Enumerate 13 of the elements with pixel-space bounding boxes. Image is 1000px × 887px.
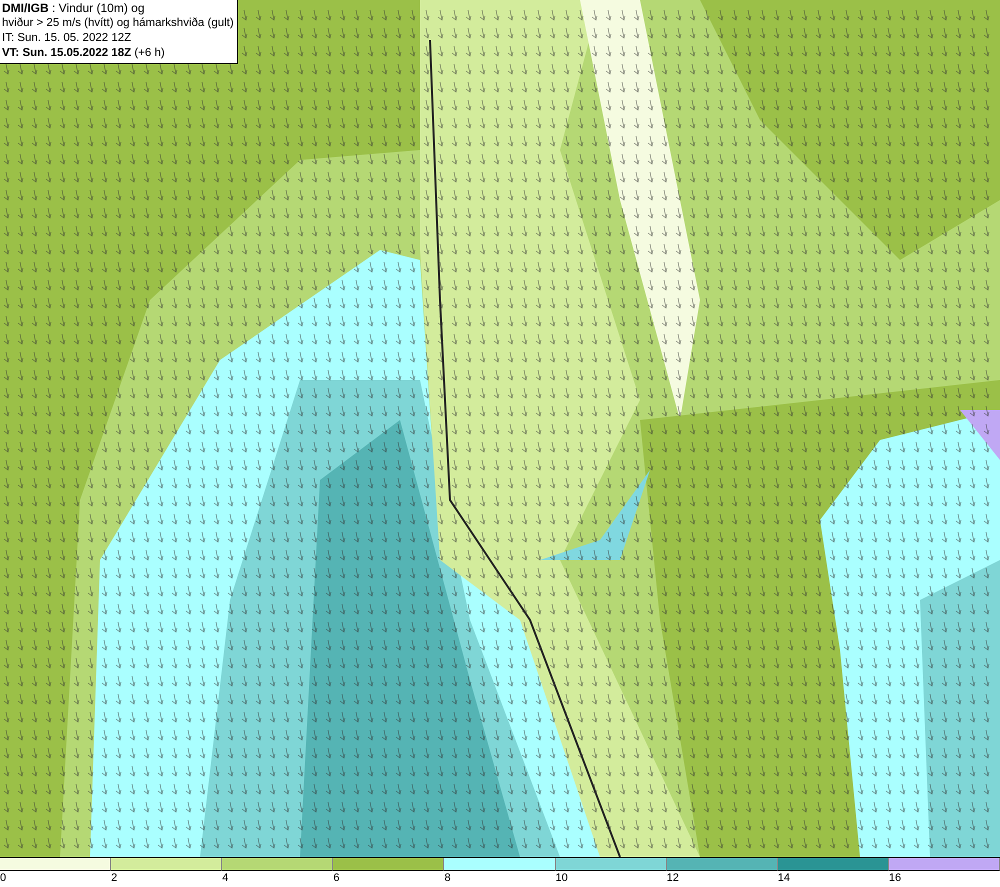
legend-label: 10: [556, 871, 568, 885]
legend-label: 14: [778, 871, 790, 885]
caption-line: IT: Sun. 15. 05. 2022 12Z: [2, 31, 132, 46]
legend-label: 4: [222, 871, 228, 885]
legend-label: 16: [888, 871, 902, 885]
caption-line: hviður > 25 m/s (hvítt) og hámarkshviða (gult): [2, 16, 234, 31]
legend-label: 12: [666, 871, 679, 885]
caption-line: VT: Sun. 15.05.2022 18Z (+6 h): [2, 46, 166, 61]
legend-label: 2: [111, 871, 118, 885]
legend-label: 8: [444, 871, 451, 885]
caption-line: DMI/IGB : Vindur (10m) og: [2, 1, 146, 16]
legend-label: 0: [0, 871, 6, 885]
legend-label: 6: [333, 871, 340, 885]
